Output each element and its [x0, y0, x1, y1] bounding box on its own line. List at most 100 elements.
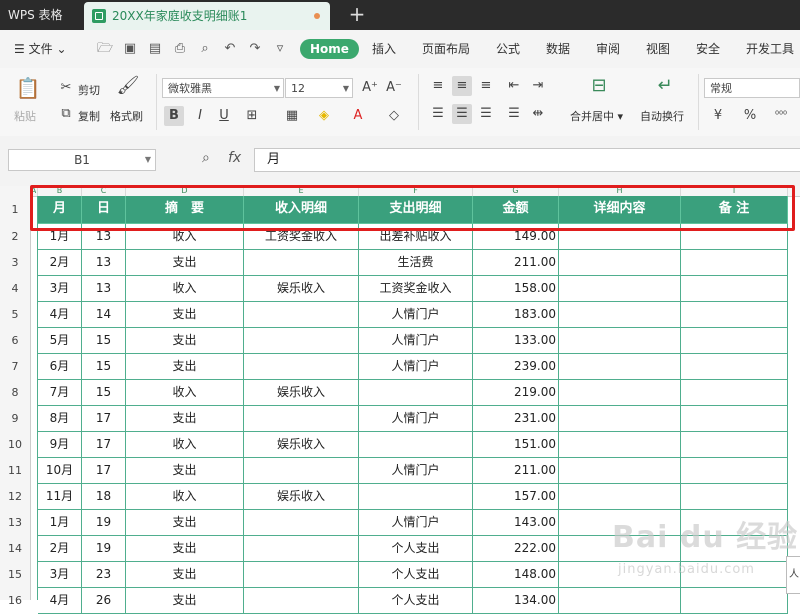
- row-header[interactable]: 1: [0, 196, 30, 224]
- table-cell[interactable]: [359, 484, 473, 510]
- table-cell[interactable]: 支出: [126, 536, 244, 562]
- table-cell[interactable]: [681, 432, 788, 458]
- table-cell[interactable]: [681, 588, 788, 614]
- table-cell[interactable]: [681, 406, 788, 432]
- wrap-text-icon[interactable]: ↵: [652, 76, 678, 100]
- tab-home[interactable]: Home: [300, 39, 359, 59]
- table-cell[interactable]: 工资奖金收入: [359, 276, 473, 302]
- cell-style-icon[interactable]: ▦: [282, 106, 302, 126]
- decrease-font-icon[interactable]: A⁻: [384, 78, 404, 98]
- pdf-icon[interactable]: ▤: [146, 40, 164, 58]
- table-cell[interactable]: 个人支出: [359, 588, 473, 614]
- table-cell[interactable]: [244, 536, 359, 562]
- table-cell[interactable]: [559, 354, 681, 380]
- table-cell[interactable]: 2月: [38, 536, 82, 562]
- table-cell[interactable]: 8月: [38, 406, 82, 432]
- table-cell[interactable]: 人情门户: [359, 328, 473, 354]
- table-cell[interactable]: [559, 380, 681, 406]
- table-cell[interactable]: [681, 458, 788, 484]
- increase-indent-icon[interactable]: ⇥: [528, 76, 548, 96]
- table-cell[interactable]: 231.00: [473, 406, 559, 432]
- table-cell[interactable]: 个人支出: [359, 536, 473, 562]
- file-menu[interactable]: ☰ 文件 ⌄: [14, 30, 67, 68]
- fill-color-icon[interactable]: ◈: [314, 106, 334, 126]
- table-cell[interactable]: [244, 562, 359, 588]
- align-middle-icon[interactable]: ≡: [452, 76, 472, 96]
- customize-chevron-icon[interactable]: ▿: [271, 40, 289, 58]
- row-header[interactable]: 12: [0, 484, 30, 510]
- table-cell[interactable]: 183.00: [473, 302, 559, 328]
- font-size-select[interactable]: 12 ▼: [285, 78, 353, 98]
- table-cell[interactable]: 2月: [38, 250, 82, 276]
- increase-font-icon[interactable]: A⁺: [360, 78, 380, 98]
- align-top-icon[interactable]: ≡: [428, 76, 448, 96]
- table-cell[interactable]: [244, 302, 359, 328]
- tab-data[interactable]: 数据: [546, 30, 570, 68]
- row-header[interactable]: 7: [0, 354, 30, 380]
- copy-button[interactable]: 复制: [78, 108, 100, 124]
- app-menu-label[interactable]: WPS 表格: [8, 0, 63, 30]
- table-cell[interactable]: [681, 328, 788, 354]
- tab-security[interactable]: 安全: [696, 30, 720, 68]
- table-cell[interactable]: 211.00: [473, 250, 559, 276]
- new-tab-button[interactable]: +: [346, 4, 368, 26]
- row-header[interactable]: 9: [0, 406, 30, 432]
- table-cell[interactable]: [244, 354, 359, 380]
- tab-review[interactable]: 审阅: [596, 30, 620, 68]
- table-cell[interactable]: 7月: [38, 380, 82, 406]
- borders-icon[interactable]: ⊞: [242, 106, 262, 126]
- row-header[interactable]: 13: [0, 510, 30, 536]
- table-cell[interactable]: 6月: [38, 354, 82, 380]
- table-cell[interactable]: 收入: [126, 380, 244, 406]
- table-cell[interactable]: [559, 302, 681, 328]
- table-cell[interactable]: 13: [82, 250, 126, 276]
- italic-button[interactable]: I: [190, 106, 210, 126]
- table-cell[interactable]: 3月: [38, 562, 82, 588]
- table-cell[interactable]: [559, 250, 681, 276]
- tab-page-layout[interactable]: 页面布局: [422, 30, 470, 68]
- table-cell[interactable]: 支出: [126, 354, 244, 380]
- table-cell[interactable]: 人情门户: [359, 458, 473, 484]
- table-cell[interactable]: 19: [82, 536, 126, 562]
- table-cell[interactable]: 人情门户: [359, 406, 473, 432]
- table-cell[interactable]: [559, 328, 681, 354]
- row-header[interactable]: 8: [0, 380, 30, 406]
- align-right-icon[interactable]: ☰: [476, 104, 496, 124]
- tab-insert[interactable]: 插入: [372, 30, 396, 68]
- print-preview-icon[interactable]: ⌕: [196, 40, 214, 58]
- table-cell[interactable]: [559, 458, 681, 484]
- table-cell[interactable]: 133.00: [473, 328, 559, 354]
- table-cell[interactable]: 19: [82, 510, 126, 536]
- row-header[interactable]: 6: [0, 328, 30, 354]
- table-cell[interactable]: 4月: [38, 588, 82, 614]
- percent-icon[interactable]: %: [740, 106, 760, 126]
- table-cell[interactable]: [559, 588, 681, 614]
- align-bottom-icon[interactable]: ≡: [476, 76, 496, 96]
- table-cell[interactable]: [681, 380, 788, 406]
- table-cell[interactable]: 239.00: [473, 354, 559, 380]
- table-cell[interactable]: 支出: [126, 302, 244, 328]
- undo-icon[interactable]: ↶: [221, 40, 239, 58]
- table-cell[interactable]: [359, 380, 473, 406]
- table-cell[interactable]: 143.00: [473, 510, 559, 536]
- save-icon[interactable]: ▣: [121, 40, 139, 58]
- fx-icon[interactable]: fx: [228, 150, 241, 166]
- table-cell[interactable]: [244, 510, 359, 536]
- table-cell[interactable]: 支出: [126, 406, 244, 432]
- number-format-select[interactable]: 常规: [704, 78, 800, 98]
- table-cell[interactable]: 支出: [126, 562, 244, 588]
- row-header[interactable]: 15: [0, 562, 30, 588]
- print-icon[interactable]: ⎙: [171, 40, 189, 58]
- table-cell[interactable]: 157.00: [473, 484, 559, 510]
- format-painter-icon[interactable]: 🖌: [116, 76, 140, 102]
- table-cell[interactable]: 18: [82, 484, 126, 510]
- document-tab[interactable]: 20XX年家庭收支明细账1: [84, 2, 330, 30]
- row-header[interactable]: 4: [0, 276, 30, 302]
- table-cell[interactable]: 13: [82, 276, 126, 302]
- table-cell[interactable]: 生活费: [359, 250, 473, 276]
- align-left-icon[interactable]: ☰: [428, 104, 448, 124]
- cut-button[interactable]: 剪切: [78, 82, 100, 98]
- table-cell[interactable]: 1月: [38, 510, 82, 536]
- table-cell[interactable]: 219.00: [473, 380, 559, 406]
- table-cell[interactable]: 娱乐收入: [244, 380, 359, 406]
